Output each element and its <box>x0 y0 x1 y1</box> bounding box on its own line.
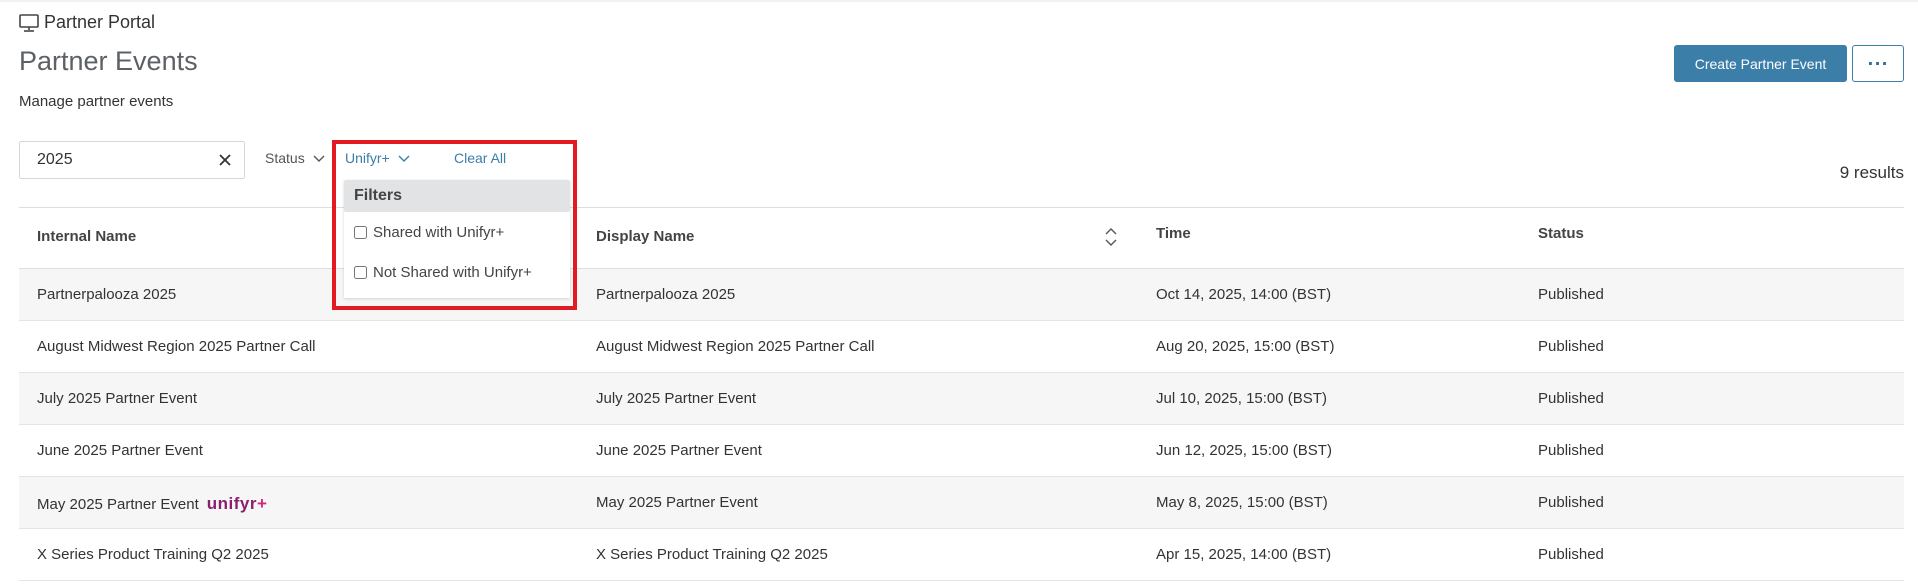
status-filter-label: Status <box>265 150 305 166</box>
table-row[interactable]: X Series Product Training Q2 2025 X Seri… <box>19 529 1904 581</box>
clear-all-link[interactable]: Clear All <box>454 150 506 166</box>
internal-name-text: May 2025 Partner Event <box>37 496 199 513</box>
chevron-down-icon <box>313 150 325 166</box>
column-status[interactable]: Status <box>1538 225 1584 242</box>
portal-name: Partner Portal <box>44 12 156 32</box>
time-cell: Apr 15, 2025, 14:00 (BST) <box>1156 546 1332 563</box>
more-options-button[interactable]: ··· <box>1852 45 1904 82</box>
table-body: Partnerpalooza 2025 Partnerpalooza 2025 … <box>19 269 1904 581</box>
unifyr-filter-dropdown: Filters Shared with Unifyr+ Not Shared w… <box>344 180 570 298</box>
top-divider <box>0 0 1918 2</box>
option-label: Shared with Unifyr+ <box>373 223 505 241</box>
not-shared-with-unifyr-checkbox[interactable] <box>354 265 367 279</box>
time-cell: May 8, 2025, 15:00 (BST) <box>1156 494 1328 511</box>
internal-name-cell: August Midwest Region 2025 Partner Call <box>37 338 316 355</box>
create-partner-event-button[interactable]: Create Partner Event <box>1674 45 1847 82</box>
unifyr-filter[interactable]: Unifyr+ <box>345 150 410 166</box>
status-filter[interactable]: Status <box>265 150 325 166</box>
unifyr-logo-text: unifyr <box>206 494 257 513</box>
search-field <box>19 141 245 179</box>
display-name-cell: August Midwest Region 2025 Partner Call <box>596 338 875 355</box>
table-row[interactable]: May 2025 Partner Event unifyr+ May 2025 P… <box>19 477 1904 529</box>
not-shared-with-unifyr-option[interactable]: Not Shared with Unifyr+ <box>344 252 570 292</box>
monitor-icon <box>19 13 39 32</box>
display-name-cell: May 2025 Partner Event <box>596 494 758 511</box>
display-name-cell: June 2025 Partner Event <box>596 442 762 459</box>
time-cell: Jul 10, 2025, 15:00 (BST) <box>1156 390 1327 407</box>
column-internal-name[interactable]: Internal Name <box>37 228 136 245</box>
unifyr-logo-badge: unifyr+ <box>207 494 268 513</box>
status-cell: Published <box>1538 286 1604 303</box>
internal-name-cell: Partnerpalooza 2025 <box>37 286 177 303</box>
column-time[interactable]: Time <box>1156 225 1191 242</box>
display-name-cell: X Series Product Training Q2 2025 <box>596 546 828 563</box>
status-cell: Published <box>1538 338 1604 355</box>
status-cell: Published <box>1538 546 1604 563</box>
table-row[interactable]: Partnerpalooza 2025 Partnerpalooza 2025 … <box>19 269 1904 321</box>
status-cell: Published <box>1538 494 1604 511</box>
time-cell: Jun 12, 2025, 15:00 (BST) <box>1156 442 1332 459</box>
page-title: Partner Events <box>19 46 198 76</box>
unifyr-logo-plus: + <box>257 494 268 513</box>
internal-name-cell: X Series Product Training Q2 2025 <box>37 546 269 563</box>
status-cell: Published <box>1538 390 1604 407</box>
unifyr-filter-label: Unifyr+ <box>345 150 390 166</box>
table-header: Internal Name Display Name Time Status <box>19 207 1904 269</box>
search-input[interactable] <box>20 142 217 178</box>
display-name-cell: July 2025 Partner Event <box>596 390 757 407</box>
portal-breadcrumb[interactable]: Partner Portal <box>19 12 155 33</box>
option-label: Not Shared with Unifyr+ <box>373 263 532 281</box>
shared-with-unifyr-checkbox[interactable] <box>354 225 367 239</box>
events-table: Internal Name Display Name Time Status P… <box>19 207 1904 581</box>
sort-icon[interactable] <box>1104 226 1118 253</box>
dropdown-heading: Filters <box>344 180 570 212</box>
internal-name-cell: July 2025 Partner Event <box>37 390 198 407</box>
chevron-down-icon <box>398 150 410 166</box>
column-display-name[interactable]: Display Name <box>596 228 694 245</box>
display-name-cell: Partnerpalooza 2025 <box>596 286 736 303</box>
results-count: 9 results <box>1839 163 1904 182</box>
time-cell: Aug 20, 2025, 15:00 (BST) <box>1156 338 1335 355</box>
internal-name-cell: June 2025 Partner Event <box>37 442 203 459</box>
close-icon[interactable] <box>216 151 234 169</box>
page-subtitle: Manage partner events <box>19 93 174 110</box>
internal-name-cell: May 2025 Partner Event unifyr+ <box>37 494 267 514</box>
status-cell: Published <box>1538 442 1604 459</box>
table-row[interactable]: August Midwest Region 2025 Partner Call … <box>19 321 1904 373</box>
time-cell: Oct 14, 2025, 14:00 (BST) <box>1156 286 1332 303</box>
shared-with-unifyr-option[interactable]: Shared with Unifyr+ <box>344 212 570 252</box>
table-row[interactable]: July 2025 Partner Event July 2025 Partne… <box>19 373 1904 425</box>
table-row[interactable]: June 2025 Partner Event June 2025 Partne… <box>19 425 1904 477</box>
